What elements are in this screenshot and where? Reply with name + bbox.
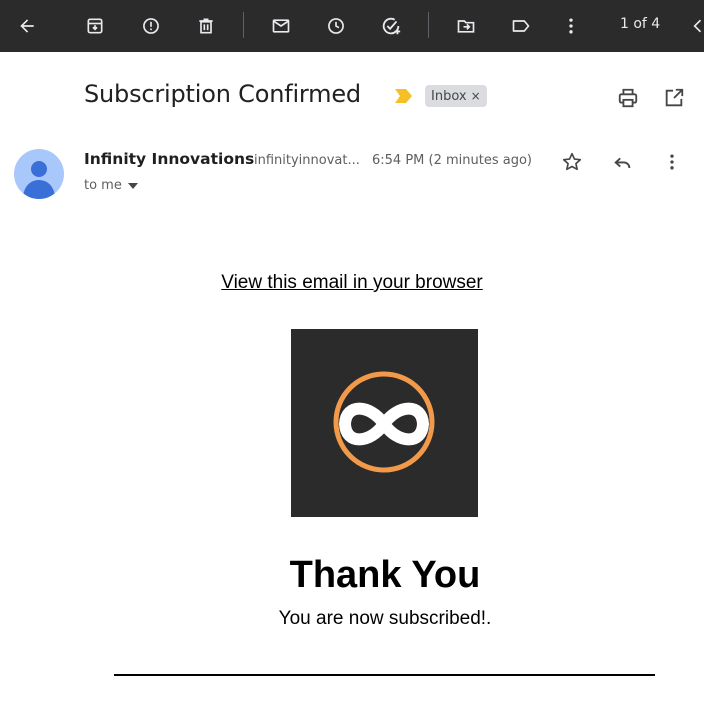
label-chip-text: Inbox: [431, 88, 467, 104]
reply-icon: [614, 157, 631, 169]
snooze-icon: [328, 18, 344, 34]
label-chip-inbox: Inbox ×: [425, 85, 487, 107]
chevron-left-icon: [693, 19, 702, 33]
view-in-browser-link[interactable]: View this email in your browser: [221, 272, 483, 293]
view-in-browser-row: View this email in your browser: [0, 272, 704, 294]
report-spam-button[interactable]: [131, 6, 171, 46]
label-icon: [512, 20, 530, 32]
more-icon: [569, 18, 573, 34]
chevron-down-icon: [127, 182, 138, 189]
mark-unread-button[interactable]: [261, 6, 301, 46]
star-button[interactable]: [558, 148, 586, 176]
delete-button[interactable]: [186, 6, 226, 46]
brand-logo: [291, 329, 478, 517]
more-vert-icon: [670, 154, 674, 170]
email-subject: Subscription Confirmed: [84, 80, 361, 108]
sender-avatar[interactable]: [14, 149, 64, 199]
body-divider: [114, 674, 655, 676]
reply-button[interactable]: [609, 148, 637, 176]
infinity-logo-icon: [333, 371, 435, 473]
back-icon: [20, 19, 34, 33]
add-task-button[interactable]: [371, 6, 411, 46]
move-to-icon: [457, 20, 475, 33]
sender-name[interactable]: Infinity Innovations: [84, 150, 254, 168]
recipient-details[interactable]: to me: [84, 178, 138, 193]
star-icon: [562, 152, 582, 171]
person-icon: [23, 161, 55, 199]
archive-button[interactable]: [75, 6, 115, 46]
print-button[interactable]: [614, 84, 642, 112]
snooze-button[interactable]: [316, 6, 356, 46]
email-timestamp: 6:54 PM (2 minutes ago): [372, 153, 532, 168]
message-pager: 1 of 4: [620, 16, 661, 32]
message-more-button[interactable]: [658, 148, 686, 176]
report-spam-icon: [143, 18, 159, 34]
move-to-button[interactable]: [446, 6, 486, 46]
archive-icon: [87, 18, 103, 34]
print-icon: [618, 88, 638, 108]
toolbar-divider: [243, 12, 244, 38]
toolbar-divider: [428, 12, 429, 38]
more-button[interactable]: [551, 6, 591, 46]
open-in-new-icon: [665, 88, 684, 107]
back-button[interactable]: [7, 6, 47, 46]
mark-unread-icon: [272, 19, 290, 33]
newer-button[interactable]: [678, 6, 704, 46]
thank-you-heading: Thank You: [289, 554, 481, 596]
sender-email: infinityinnovat...: [254, 153, 360, 168]
email-toolbar: 1 of 4: [0, 0, 704, 52]
subscribed-message: You are now subscribed!.: [278, 608, 492, 629]
add-task-icon: [382, 17, 401, 35]
remove-label-icon[interactable]: ×: [471, 89, 481, 103]
label-button[interactable]: [501, 6, 541, 46]
importance-marker-icon[interactable]: [395, 89, 413, 103]
recipient-label: to me: [84, 178, 122, 193]
open-new-window-button[interactable]: [660, 84, 688, 112]
delete-icon: [199, 18, 213, 34]
